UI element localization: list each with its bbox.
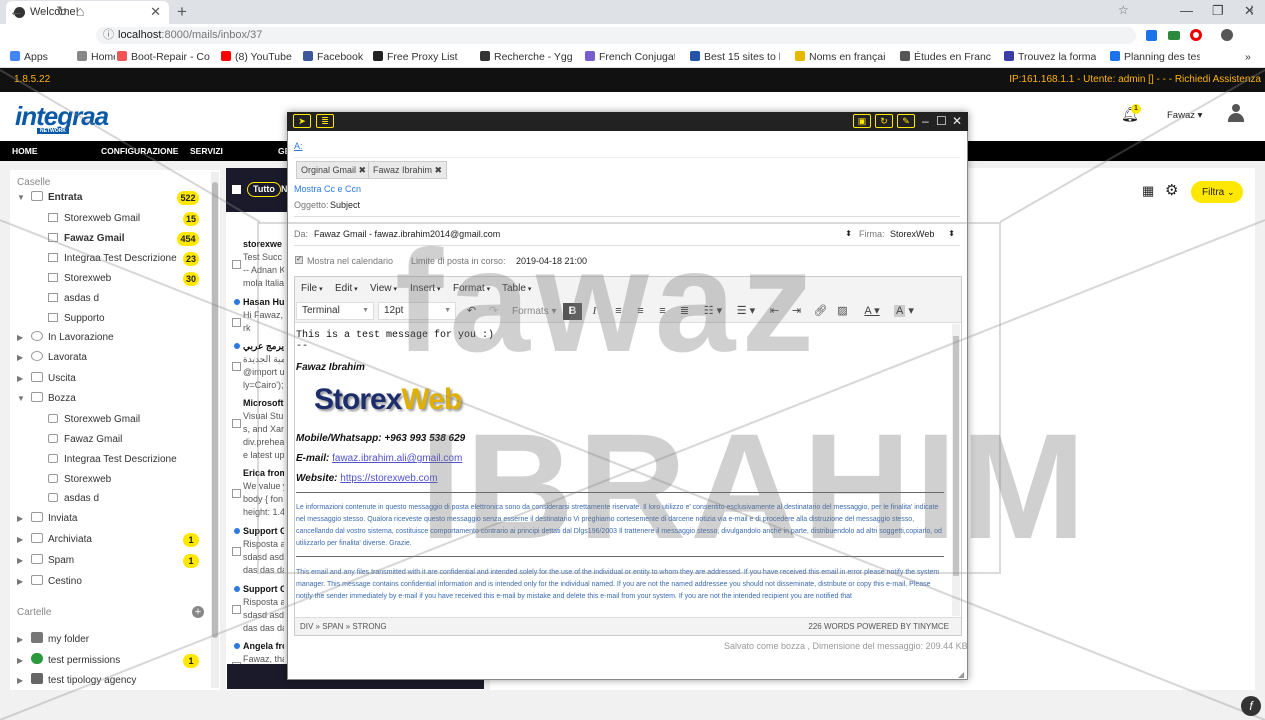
- floating-action-icon[interactable]: f: [1241, 696, 1261, 716]
- watermark-line2: IBRAHIM: [420, 402, 1090, 570]
- watermark-line1: fawaz: [395, 220, 820, 382]
